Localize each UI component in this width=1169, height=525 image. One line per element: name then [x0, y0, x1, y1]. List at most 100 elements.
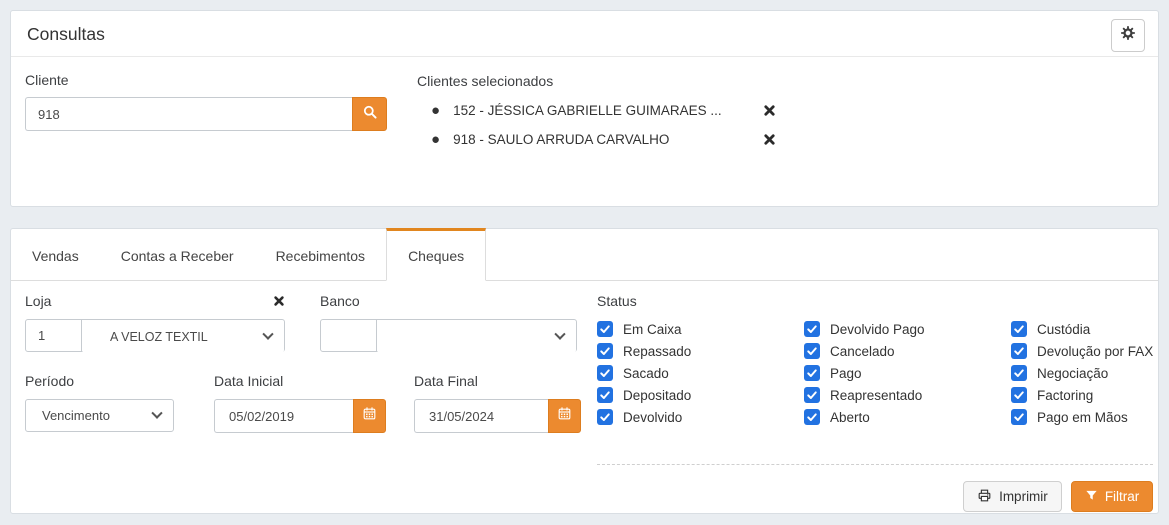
gear-icon — [1120, 25, 1136, 46]
checkbox-checked-icon — [1011, 409, 1027, 425]
checkbox-label: Aberto — [830, 410, 870, 425]
checkbox-custodia[interactable]: Custódia — [1011, 321, 1153, 337]
remove-client-icon[interactable] — [763, 133, 776, 146]
checkbox-label: Sacado — [623, 366, 669, 381]
checkbox-em-caixa[interactable]: Em Caixa — [597, 321, 804, 337]
checkbox-label: Repassado — [623, 344, 691, 359]
checkbox-checked-icon — [1011, 365, 1027, 381]
checkbox-negociacao[interactable]: Negociação — [1011, 365, 1153, 381]
checkbox-aberto[interactable]: Aberto — [804, 409, 1011, 425]
checkbox-checked-icon — [597, 387, 613, 403]
calendar-icon — [362, 406, 377, 426]
bullet-icon: ● — [431, 131, 440, 148]
loja-field-group: Loja A VELOZ TEXTIL — [25, 293, 285, 352]
calendar-icon — [557, 406, 572, 426]
imprimir-button[interactable]: Imprimir — [963, 481, 1062, 512]
data-inicial-input[interactable] — [214, 399, 353, 433]
checkbox-cancelado[interactable]: Cancelado — [804, 343, 1011, 359]
tab-vendas[interactable]: Vendas — [11, 229, 100, 280]
search-icon — [362, 104, 378, 125]
checkbox-checked-icon — [804, 365, 820, 381]
checkbox-sacado[interactable]: Sacado — [597, 365, 804, 381]
checkbox-label: Pago — [830, 366, 862, 381]
chevron-down-icon — [554, 328, 565, 339]
checkbox-checked-icon — [804, 387, 820, 403]
filtrar-button-label: Filtrar — [1105, 489, 1140, 504]
checkbox-pago-em-maos[interactable]: Pago em Mãos — [1011, 409, 1153, 425]
checkbox-label: Depositado — [623, 388, 691, 403]
checkbox-checked-icon — [597, 321, 613, 337]
checkbox-label: Custódia — [1037, 322, 1090, 337]
checkbox-devolucao-por-fax[interactable]: Devolução por FAX — [1011, 343, 1153, 359]
data-final-calendar-button[interactable] — [548, 399, 581, 433]
list-item: ● 152 - JÉSSICA GABRIELLE GUIMARAES ... — [431, 102, 776, 119]
loja-label: Loja — [25, 293, 51, 309]
checkbox-label: Cancelado — [830, 344, 895, 359]
checkbox-label: Negociação — [1037, 366, 1108, 381]
data-inicial-calendar-button[interactable] — [353, 399, 386, 433]
checkbox-devolvido-pago[interactable]: Devolvido Pago — [804, 321, 1011, 337]
checkbox-label: Devolução por FAX — [1037, 344, 1153, 359]
periodo-select-value: Vencimento — [38, 408, 153, 423]
status-column-2: Devolvido Pago Cancelado Pago Reapresent… — [804, 321, 1011, 431]
selected-client-text: 918 - SAULO ARRUDA CARVALHO — [453, 132, 763, 147]
selected-clients-label: Clientes selecionados — [417, 73, 1144, 89]
settings-button[interactable] — [1111, 19, 1145, 52]
cliente-input[interactable] — [25, 97, 352, 131]
search-button[interactable] — [352, 97, 387, 131]
selected-client-text: 152 - JÉSSICA GABRIELLE GUIMARAES ... — [453, 103, 763, 118]
bullet-icon: ● — [431, 102, 440, 119]
card-header: Consultas — [11, 11, 1158, 57]
filtrar-button[interactable]: Filtrar — [1071, 481, 1154, 512]
consultas-card: Consultas — [10, 10, 1159, 207]
checkbox-checked-icon — [1011, 387, 1027, 403]
status-column-3: Custódia Devolução por FAX Negociação Fa… — [1011, 321, 1153, 431]
checkbox-label: Factoring — [1037, 388, 1093, 403]
list-item: ● 918 - SAULO ARRUDA CARVALHO — [431, 131, 776, 148]
clear-loja-icon[interactable] — [273, 295, 285, 307]
checkbox-label: Pago em Mãos — [1037, 410, 1128, 425]
checkbox-label: Devolvido Pago — [830, 322, 925, 337]
tab-cheques[interactable]: Cheques — [386, 228, 486, 281]
banco-select[interactable] — [377, 320, 576, 353]
periodo-field-group: Período Vencimento — [25, 373, 174, 433]
data-final-input[interactable] — [414, 399, 548, 433]
selected-clients-section: Clientes selecionados ● 152 - JÉSSICA GA… — [417, 72, 1144, 160]
checkbox-repassado[interactable]: Repassado — [597, 343, 804, 359]
actions-bar: Imprimir Filtrar — [597, 481, 1153, 512]
loja-select[interactable]: A VELOZ TEXTIL — [82, 320, 284, 353]
tab-bar: Vendas Contas a Receber Recebimentos Che… — [11, 228, 1158, 281]
checkbox-checked-icon — [597, 343, 613, 359]
periodo-label: Período — [25, 373, 174, 389]
data-inicial-field-group: Data Inicial — [214, 373, 386, 433]
tab-contas-a-receber[interactable]: Contas a Receber — [100, 229, 255, 280]
checkbox-reapresentado[interactable]: Reapresentado — [804, 387, 1011, 403]
checkbox-label: Reapresentado — [830, 388, 922, 403]
cliente-field-group: Cliente — [25, 72, 387, 160]
checkbox-pago[interactable]: Pago — [804, 365, 1011, 381]
banco-code-input[interactable] — [321, 320, 377, 351]
funnel-icon — [1085, 489, 1098, 505]
imprimir-button-label: Imprimir — [999, 489, 1048, 504]
chevron-down-icon — [151, 407, 162, 418]
data-final-field-group: Data Final — [414, 373, 581, 433]
checkbox-checked-icon — [597, 365, 613, 381]
checkbox-factoring[interactable]: Factoring — [1011, 387, 1153, 403]
status-section: Status Em Caixa Repassado Sacado — [597, 293, 1153, 512]
checkbox-depositado[interactable]: Depositado — [597, 387, 804, 403]
status-column-1: Em Caixa Repassado Sacado Depositado — [597, 321, 804, 431]
periodo-select[interactable]: Vencimento — [25, 399, 174, 432]
checkbox-checked-icon — [1011, 343, 1027, 359]
remove-client-icon[interactable] — [763, 104, 776, 117]
banco-label: Banco — [320, 293, 577, 309]
checkbox-devolvido[interactable]: Devolvido — [597, 409, 804, 425]
loja-select-value: A VELOZ TEXTIL — [94, 330, 264, 344]
tab-recebimentos[interactable]: Recebimentos — [255, 229, 387, 280]
loja-code-input[interactable] — [26, 320, 82, 351]
checkbox-label: Devolvido — [623, 410, 682, 425]
page-title: Consultas — [27, 24, 105, 44]
checkbox-checked-icon — [804, 343, 820, 359]
checkbox-checked-icon — [804, 409, 820, 425]
cliente-label: Cliente — [25, 72, 387, 88]
printer-icon — [977, 488, 992, 506]
